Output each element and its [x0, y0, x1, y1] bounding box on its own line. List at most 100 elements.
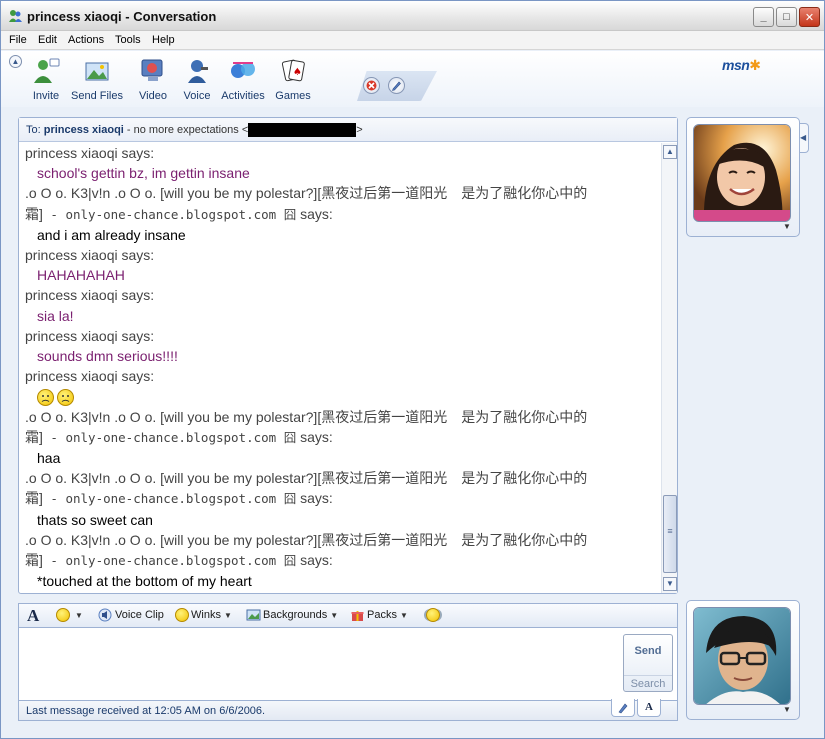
sender-line: princess xiaoqi says: [25, 285, 661, 305]
voice-clip-button[interactable]: Voice Clip [98, 608, 164, 622]
scroll-down-button[interactable]: ▼ [663, 577, 677, 591]
smiley-icon [56, 608, 70, 622]
send-files-button[interactable]: Send Files [71, 57, 123, 102]
message-text: school's gettin bz, im gettin insane [37, 165, 250, 182]
arrow-up-icon: ▲ [666, 147, 674, 156]
winks-label: Winks [191, 608, 221, 621]
games-icon: ♠ [281, 59, 305, 82]
video-label: Video [139, 90, 167, 102]
speaker-icon [98, 608, 112, 622]
packs-button[interactable]: Packs ▼ [350, 608, 408, 622]
my-display-picture[interactable] [693, 607, 791, 705]
voice-button[interactable]: Voice [182, 57, 212, 102]
activities-button[interactable]: Activities [220, 57, 266, 102]
type-tab[interactable]: A [637, 699, 661, 717]
send-search-group: Send Search [623, 634, 673, 692]
edit-button[interactable] [388, 77, 405, 94]
voice-icon [188, 60, 208, 83]
search-button[interactable]: Search [624, 675, 672, 690]
collapse-toolbar-button[interactable]: ▲ [9, 55, 22, 68]
format-toolbar: A ▼ Voice Clip Winks ▼ Backgrounds ▼ Packs… [18, 603, 678, 627]
contact-display-picture[interactable] [693, 124, 791, 222]
send-files-icon [85, 62, 109, 81]
msn-buddy-icon [9, 10, 22, 22]
sender-name: princess xiaoqi [25, 327, 118, 344]
menu-tools[interactable]: Tools [115, 34, 141, 46]
says-suffix: says: [117, 145, 155, 161]
sender-line: 霜] - only-one-chance.blogspot.com 囧 says… [25, 427, 661, 448]
message-emoticons [25, 386, 661, 407]
sender-line: princess xiaoqi says: [25, 366, 661, 386]
sender-line: princess xiaoqi says: [25, 143, 661, 163]
emoticon-button[interactable]: ▼ [56, 608, 83, 622]
contact-name[interactable]: princess xiaoqi [44, 124, 124, 136]
chevron-down-icon: ▼ [330, 610, 339, 620]
conversation-window: princess xiaoqi - Conversation _ □ ✕ Fil… [0, 0, 825, 739]
winks-button[interactable]: Winks ▼ [175, 608, 232, 622]
gift-icon [351, 611, 364, 621]
sender-line: princess xiaoqi says: [25, 326, 661, 346]
block-button[interactable] [363, 77, 380, 94]
says-suffix: says: [117, 327, 155, 344]
sender-name-part: 霜] [25, 552, 43, 569]
sender-name-part: 霜] [25, 205, 43, 222]
menu-help[interactable]: Help [152, 34, 175, 46]
games-button[interactable]: ♠ Games [275, 57, 311, 102]
font-button[interactable]: A [27, 606, 39, 626]
handwriting-tab[interactable] [611, 699, 635, 717]
send-button[interactable]: Send [624, 645, 672, 657]
close-button[interactable]: ✕ [799, 7, 820, 27]
sender-name-part: - only-one-chance.blogspot.com 囧 [42, 553, 297, 569]
window-title: princess xiaoqi - Conversation [27, 9, 217, 24]
email-close-bracket: > [356, 123, 363, 136]
sender-name-part: - only-one-chance.blogspot.com 囧 [42, 491, 297, 507]
history-scrollbar[interactable]: ▲ ≡ ▼ [661, 143, 677, 593]
sender-name-part: - only-one-chance.blogspot.com 囧 [42, 206, 297, 222]
video-icon [141, 59, 163, 81]
toolbar: ▲ Invite Send Files Video Voice Activiti… [1, 51, 824, 107]
backgrounds-label: Backgrounds [263, 608, 328, 621]
message-input[interactable] [19, 628, 617, 700]
message-text: haa [37, 450, 61, 467]
minimize-button[interactable]: _ [753, 7, 774, 27]
message-text: sia la! [37, 307, 74, 324]
says-suffix: says: [296, 490, 333, 507]
video-button[interactable]: Video [137, 57, 169, 102]
contact-picture-menu-button[interactable]: ▼ [783, 222, 791, 231]
backgrounds-button[interactable]: Backgrounds ▼ [246, 608, 338, 622]
menu-file[interactable]: File [9, 34, 27, 46]
says-suffix: says: [296, 552, 333, 569]
message-history[interactable]: princess xiaoqi says: school's gettin bz,… [19, 143, 661, 593]
status-bar: Last message received at 12:05 AM on 6/6… [18, 699, 678, 721]
sender-name: princess xiaoqi [25, 368, 118, 385]
title-bar[interactable]: princess xiaoqi - Conversation _ □ ✕ [1, 1, 824, 31]
message-text: *touched at the bottom of my heart [37, 573, 252, 590]
menu-bar: File Edit Actions Tools Help [1, 31, 824, 50]
scroll-up-button[interactable]: ▲ [663, 145, 677, 159]
menu-edit[interactable]: Edit [38, 34, 57, 46]
sender-name: princess xiaoqi [25, 247, 118, 264]
invite-label: Invite [32, 90, 60, 102]
maximize-button[interactable]: □ [776, 7, 797, 27]
chevron-down-icon: ▼ [223, 610, 232, 620]
sender-line: 霜] - only-one-chance.blogspot.com 囧 says… [25, 488, 661, 509]
chevron-down-icon: ▼ [783, 705, 791, 714]
invite-button[interactable]: Invite [29, 57, 63, 102]
sender-line: .o O o. K3|v!n .o O o. [will you be my p… [25, 408, 588, 425]
sender-name-part: 霜] [25, 490, 43, 507]
svg-text:♠: ♠ [293, 67, 302, 78]
scroll-thumb[interactable]: ≡ [663, 495, 677, 573]
says-suffix: says: [117, 368, 155, 385]
menu-actions[interactable]: Actions [68, 34, 104, 46]
redacted-email [248, 123, 357, 137]
minimize-icon: _ [760, 11, 767, 23]
collapse-side-panel-button[interactable]: ◀ [800, 123, 809, 153]
nudge-icon [426, 608, 440, 622]
says-suffix: says: [117, 247, 155, 264]
packs-label: Packs [367, 608, 397, 621]
activities-icon [231, 62, 255, 78]
my-picture-menu-button[interactable]: ▼ [783, 705, 791, 714]
sender-name-part: - only-one-chance.blogspot.com 囧 [42, 429, 297, 445]
my-picture-frame: ▼ [686, 600, 800, 720]
nudge-button[interactable] [426, 608, 442, 622]
